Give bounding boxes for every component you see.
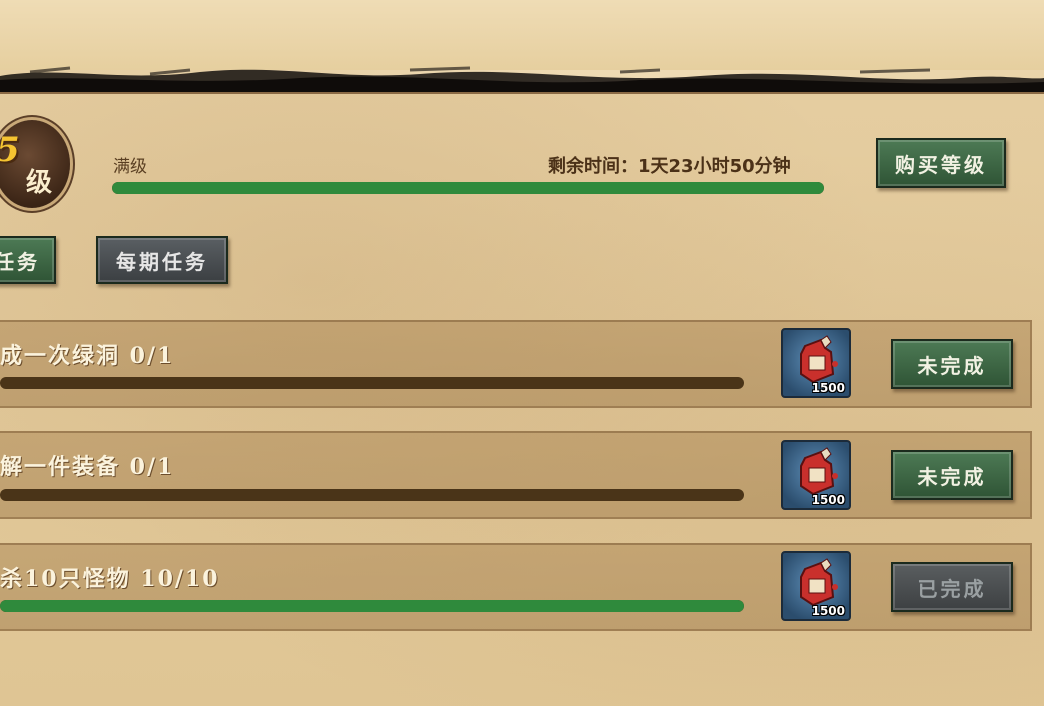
reward-count: 1500	[811, 381, 845, 395]
task-text: 杀10只怪物 10/10	[0, 566, 220, 592]
max-level-label: 满级	[113, 157, 147, 177]
remaining-time-label: 剩余时间：1天23小时50分钟	[548, 156, 791, 177]
ink-brush-divider	[0, 66, 1044, 92]
level-progress-fill	[112, 182, 824, 194]
reward-item[interactable]: 1500	[781, 328, 851, 398]
task-status-button[interactable]: 未完成	[891, 450, 1013, 500]
task-progress-bar	[0, 377, 744, 389]
task-progress-fill	[0, 600, 744, 612]
tab-task[interactable]: 任务	[0, 236, 56, 284]
reward-item[interactable]: 1500	[781, 440, 851, 510]
level-number: 5	[0, 130, 20, 170]
buy-level-button[interactable]: 购买等级	[876, 138, 1006, 188]
level-progress-bar	[112, 182, 824, 194]
task-progress-bar	[0, 600, 744, 612]
reward-count: 1500	[811, 493, 845, 507]
task-progress-bar	[0, 489, 744, 501]
task-text: 解一件装备 0/1	[0, 454, 175, 480]
tab-period-task[interactable]: 每期任务	[96, 236, 228, 284]
reward-item[interactable]: 1500	[781, 551, 851, 621]
reward-count: 1500	[811, 604, 845, 618]
task-status-button-done: 已完成	[891, 562, 1013, 612]
task-text: 成一次绿洞 0/1	[0, 343, 175, 369]
task-status-button[interactable]: 未完成	[891, 339, 1013, 389]
level-char: 级	[26, 168, 53, 198]
